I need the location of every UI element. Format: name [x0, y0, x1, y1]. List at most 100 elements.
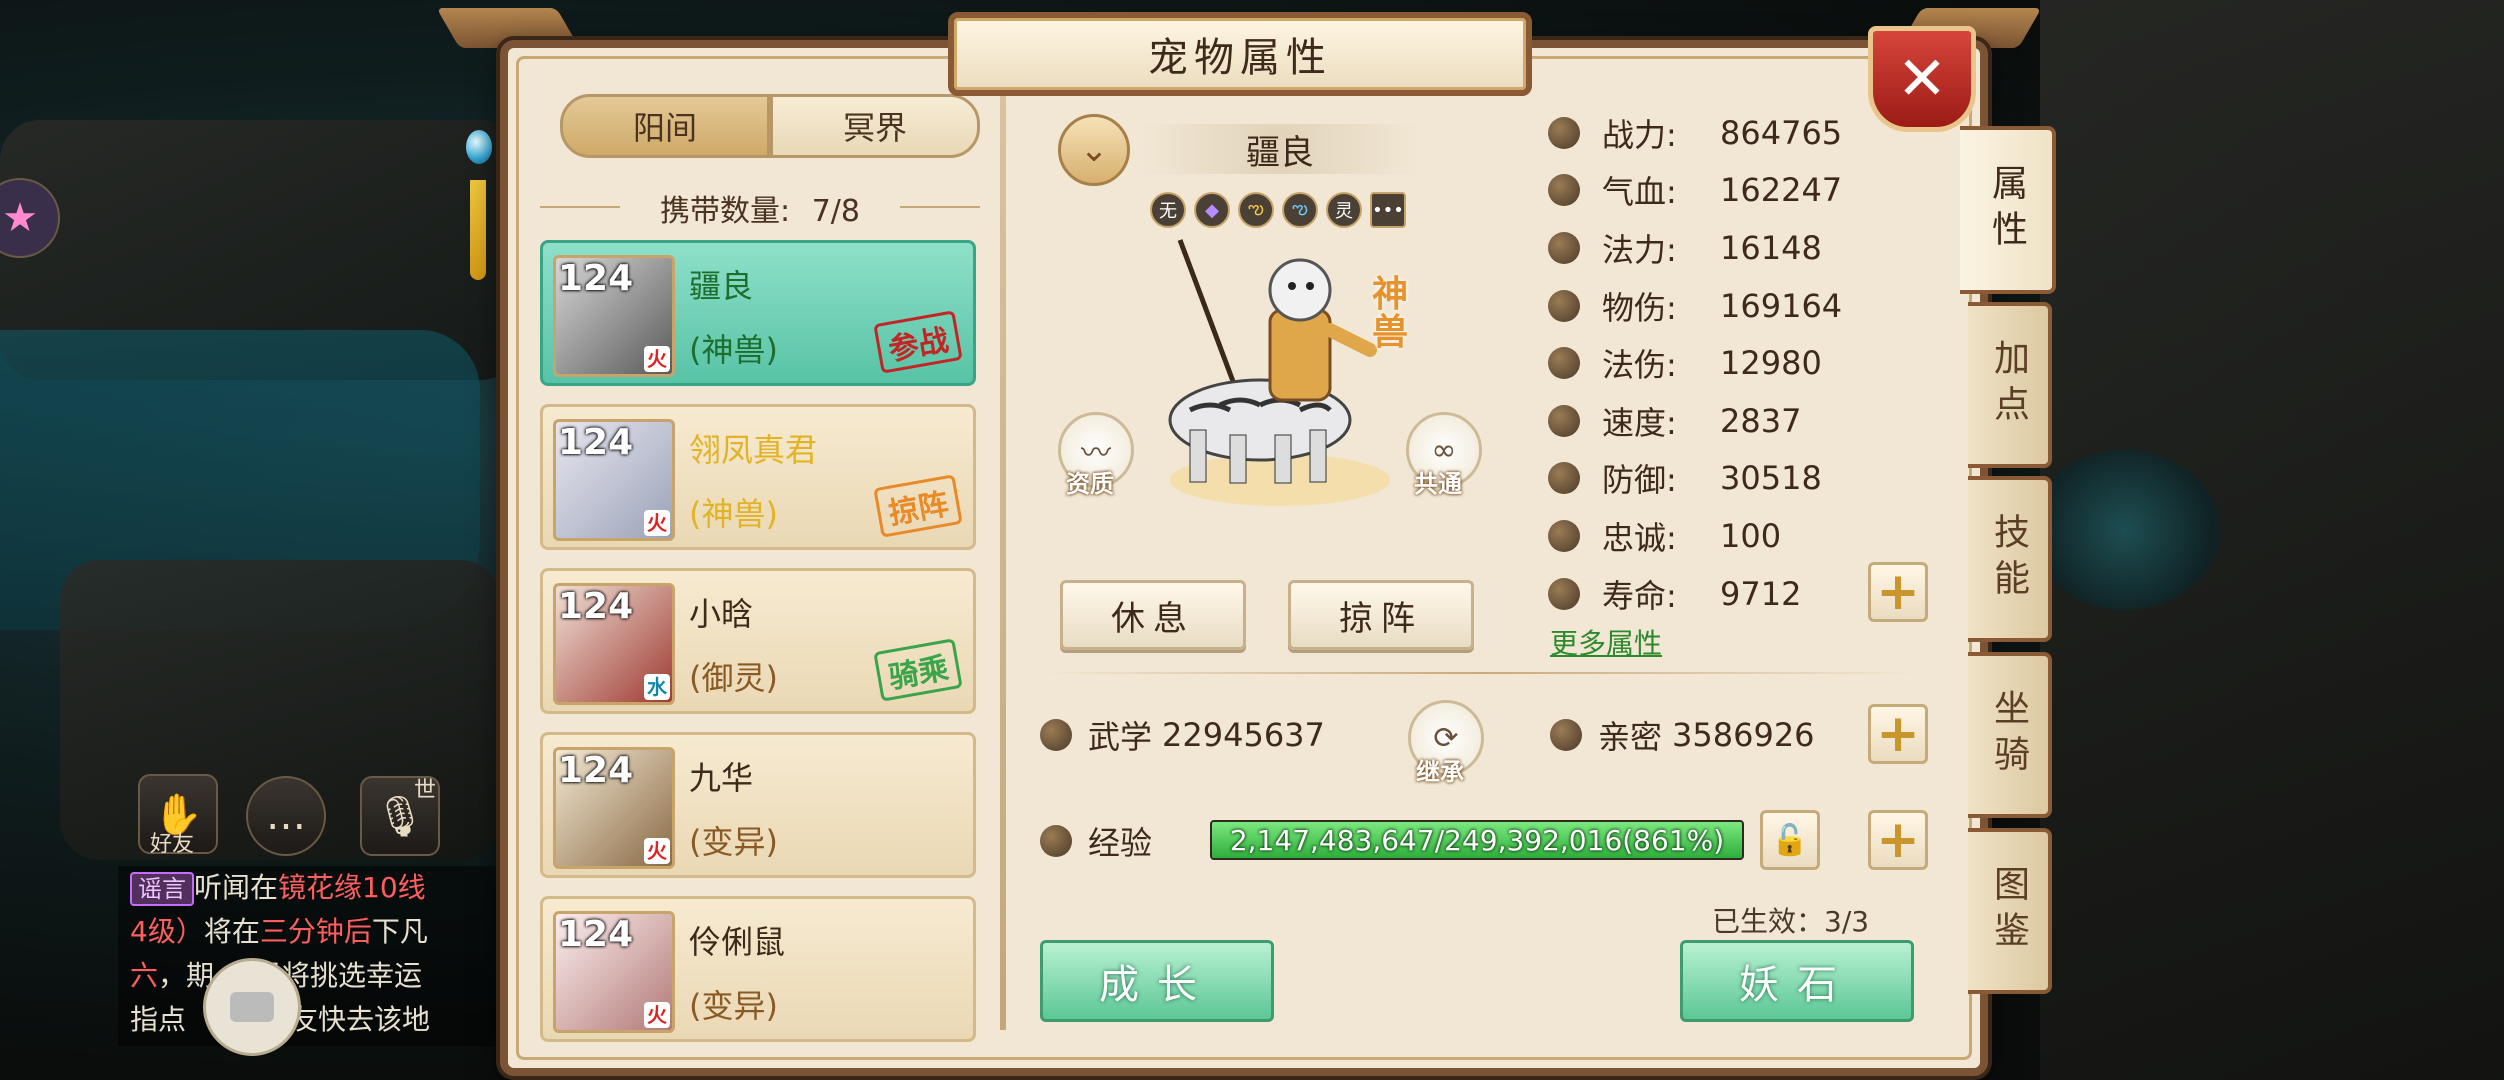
trait-icon[interactable]: ఌ	[1238, 192, 1274, 228]
status-stamp: 掠阵	[873, 474, 963, 538]
pet-avatar: 124 火	[553, 747, 675, 869]
pet-list-item[interactable]: 124 水 小晗 (御灵) 骑乘	[540, 568, 976, 714]
tab-mingjie[interactable]: 冥界	[770, 94, 980, 158]
chevron-down-icon: ⌄	[1079, 130, 1109, 170]
pet-avatar: 124 火	[553, 255, 675, 377]
column-divider	[1000, 90, 1006, 1030]
heart-icon	[1548, 174, 1580, 207]
grow-button[interactable]: 成长	[1040, 940, 1274, 1022]
background-ornament-orb	[2030, 450, 2220, 610]
add-exp-button[interactable]: +	[1868, 810, 1928, 870]
chat-line: 六，期 君将挑选幸运	[130, 959, 423, 992]
add-lifespan-button[interactable]: +	[1868, 562, 1928, 622]
shield-icon	[1548, 462, 1580, 495]
quality-label: 资质	[1066, 470, 1114, 498]
martial-stat: 武学 22945637	[1040, 712, 1325, 758]
stat-speed: 速度: 2837	[1548, 392, 1978, 450]
pet-type: (变异)	[689, 987, 778, 1025]
pet-list-item[interactable]: 124 火 翎凤真君 (神兽) 掠阵	[540, 404, 976, 550]
plus-icon: +	[1876, 810, 1920, 870]
pet-name: 翎凤真君	[689, 431, 818, 469]
pet-list: 124 火 疆良 (神兽) 参战 124 火 翎凤真君 (神兽) 掠阵 124 …	[540, 240, 976, 1060]
plus-icon: +	[1876, 704, 1920, 764]
friend-label: 好友	[150, 832, 195, 857]
stat-magic-damage: 法伤: 12980	[1548, 334, 1978, 392]
tab-skills[interactable]: 技能	[1968, 476, 2052, 642]
tab-yangjian[interactable]: 阳间	[560, 94, 770, 158]
stat-hp: 气血: 162247	[1548, 162, 1978, 220]
sword-icon	[1548, 289, 1580, 322]
demon-stone-button[interactable]: 妖石	[1680, 940, 1914, 1022]
chat-line: 指点 道友快去该地	[130, 1003, 431, 1036]
intimacy-icon	[1550, 719, 1582, 751]
stat-loyalty: 忠诚: 100	[1548, 507, 1978, 565]
lightning-icon	[1548, 404, 1580, 437]
pet-type: (变异)	[689, 823, 778, 861]
tab-codex[interactable]: 图鉴	[1968, 828, 2052, 994]
trait-icon[interactable]: ఌ	[1282, 192, 1318, 228]
martial-icon	[1040, 719, 1072, 751]
stat-physical-damage: 物伤: 169164	[1548, 277, 1978, 335]
pet-name: 九华	[689, 759, 754, 797]
inherit-label: 继承	[1416, 758, 1464, 786]
stats-list: 战力: 864765 气血: 162247 法力: 16148 物伤: 169164 法…	[1548, 104, 1978, 622]
pet-type: (神兽)	[689, 331, 778, 369]
selected-pet-name: 疆良	[1140, 124, 1420, 174]
pet-name: 疆良	[689, 267, 754, 305]
element-badge: 火	[644, 838, 670, 864]
more-attributes-link[interactable]: 更多属性	[1550, 622, 1662, 662]
close-icon: ✕	[1896, 44, 1948, 114]
section-divider	[1040, 672, 1920, 674]
exp-icon	[1040, 825, 1072, 857]
grade-mark: 神兽	[1372, 274, 1409, 353]
more-traits-icon[interactable]: •••	[1370, 192, 1406, 228]
chat-bubble-icon: …	[266, 793, 306, 839]
pet-type: (御灵)	[689, 659, 778, 697]
element-badge: 火	[644, 510, 670, 536]
carry-count: 携带数量: 7/8	[530, 186, 990, 230]
pet-name: 小晗	[689, 595, 754, 633]
drop-icon	[1548, 231, 1580, 264]
realm-tabs: 阳间 冥界	[560, 94, 980, 158]
chat-line: 4级）将在三分钟后下凡	[130, 915, 428, 948]
close-button[interactable]: ✕	[1868, 26, 1976, 132]
rest-button[interactable]: 休息	[1060, 580, 1246, 650]
tab-attributes[interactable]: 属性	[1960, 126, 2056, 294]
trait-icon[interactable]: ◆	[1194, 192, 1230, 228]
exp-progress-text: 2,147,483,647/249,392,016(861%)	[1229, 823, 1725, 857]
pet-trait-icons: 无 ◆ ఌ ఌ 灵 •••	[1150, 192, 1406, 228]
pet-list-item[interactable]: 124 火 疆良 (神兽) 参战	[540, 240, 976, 386]
panel-title: 宠物属性	[948, 12, 1532, 96]
intimacy-stat: 亲密 3586926	[1550, 712, 1815, 758]
common-label: 共通	[1414, 470, 1462, 498]
pet-switch-dropdown[interactable]: ⌄	[1058, 114, 1130, 186]
effective-count: 已生效：3/3	[1712, 905, 1870, 938]
trait-icon[interactable]: 无	[1150, 192, 1186, 228]
hourglass-icon	[1548, 577, 1580, 610]
chat-log[interactable]: 谣言 听闻在镜花缘10线 4级）将在三分钟后下凡 六，期 君将挑选幸运 指点 道友快去…	[118, 866, 534, 1046]
rumor-tag: 谣言	[130, 872, 194, 906]
tab-mounts[interactable]: 坐骑	[1968, 652, 2052, 818]
add-intimacy-button[interactable]: +	[1868, 704, 1928, 764]
link-icon: ∞	[1431, 432, 1457, 468]
pet-list-item[interactable]: 124 火 九华 (变异)	[540, 732, 976, 878]
tab-add-points[interactable]: 加点	[1968, 302, 2052, 468]
pet-avatar: 124 水	[553, 583, 675, 705]
plus-icon: +	[1876, 562, 1920, 622]
jade-pendant-ornament	[462, 60, 492, 280]
trait-icon[interactable]: 灵	[1326, 192, 1362, 228]
exp-progress-bar: 2,147,483,647/249,392,016(861%)	[1210, 820, 1744, 860]
pet-avatar: 124 火	[553, 911, 675, 1033]
exp-lock-button[interactable]: 🔓	[1760, 810, 1820, 870]
pet-name: 伶俐鼠	[689, 923, 786, 961]
chat-button[interactable]: …	[246, 776, 326, 856]
stat-mana: 法力: 16148	[1548, 219, 1978, 277]
status-stamp: 骑乘	[873, 638, 963, 702]
video-camera-button[interactable]	[203, 958, 301, 1056]
element-badge: 火	[644, 1002, 670, 1028]
lineup-button[interactable]: 掠阵	[1288, 580, 1474, 650]
stat-defense: 防御: 30518	[1548, 450, 1978, 508]
element-badge: 火	[644, 346, 670, 372]
pet-list-item[interactable]: 124 火 伶俐鼠 (变异)	[540, 896, 976, 1042]
camera-icon	[230, 992, 274, 1022]
